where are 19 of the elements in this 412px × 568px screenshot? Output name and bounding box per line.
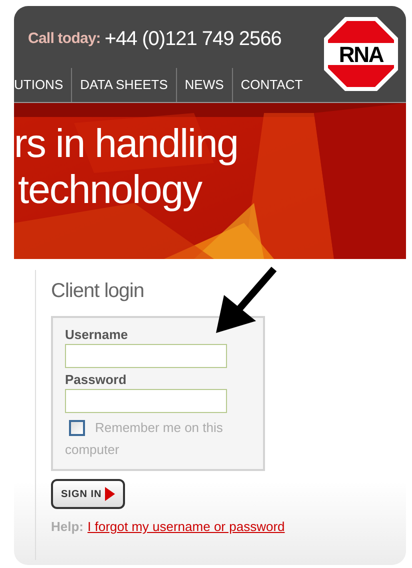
forgot-link[interactable]: I forgot my username or password — [88, 515, 285, 539]
play-icon — [104, 487, 115, 501]
help-label: Help: — [51, 518, 84, 536]
nav-link[interactable]: DATA SHEETS — [72, 68, 177, 102]
input-field[interactable] — [65, 389, 227, 413]
checkbox[interactable] — [69, 420, 85, 436]
field-label: Password — [65, 371, 128, 389]
nav-link[interactable]: NEWS — [176, 68, 233, 102]
input-field[interactable] — [65, 344, 227, 368]
nav-link[interactable]: UTIONS — [14, 68, 72, 102]
field-label: Username — [65, 326, 129, 344]
banner-text: rs in handling — [14, 121, 238, 167]
logo[interactable]: RNA — [322, 15, 400, 93]
nav-link[interactable]: CONTACT — [232, 68, 311, 102]
call-label: Call today: — [28, 28, 101, 49]
sign-in-button[interactable]: SIGN IN — [51, 479, 125, 509]
banner-text: technology — [17, 167, 202, 213]
phone-number: +44 (0)121 749 2566 — [104, 27, 282, 52]
section-title: Client login — [51, 279, 145, 304]
